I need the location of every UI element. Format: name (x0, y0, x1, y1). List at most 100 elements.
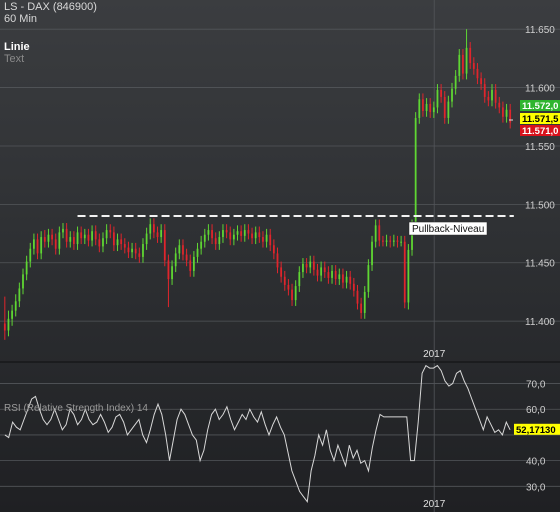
rsi-tick-label: 30,0 (526, 482, 546, 493)
candle (371, 235, 373, 271)
candle-body (102, 238, 104, 247)
candle-body (360, 303, 363, 313)
candle (200, 235, 203, 255)
candle (429, 98, 432, 118)
candle (3, 296, 6, 340)
candle (171, 260, 173, 285)
candle-body (192, 256, 195, 271)
price-badge-text: 11.572,0 (522, 101, 558, 112)
candle-body (363, 291, 366, 313)
candle-body (505, 109, 508, 117)
candle-body (43, 237, 46, 242)
candle (232, 228, 235, 246)
candle (302, 258, 304, 278)
candle-body (352, 283, 355, 291)
candle-body (392, 240, 395, 242)
candle (505, 103, 508, 123)
candle-body (109, 230, 112, 233)
candle-body (156, 232, 159, 238)
candle (40, 231, 43, 260)
candle (51, 228, 53, 246)
candle-body (83, 234, 86, 239)
candle-body (80, 232, 83, 239)
price-tick-label: 11.650 (525, 25, 555, 36)
candle (476, 63, 479, 85)
candle-body (3, 323, 6, 331)
candle-body (218, 237, 221, 245)
price-grid (0, 0, 560, 362)
candle (382, 235, 384, 247)
price-badge-text: 11.571,5 (522, 114, 559, 125)
candle-body (69, 237, 72, 242)
rsi-tick-label: 70,0 (526, 380, 546, 391)
candle-body (178, 245, 181, 254)
candle-body (200, 241, 203, 249)
candle (414, 112, 417, 232)
candle (214, 232, 217, 250)
candle-body (247, 230, 250, 234)
candle (14, 294, 17, 317)
candle-body (294, 286, 297, 301)
candle-body (429, 103, 432, 113)
candle-body (76, 232, 79, 245)
candle (389, 235, 392, 248)
rsi-tick-label: 60,0 (526, 405, 546, 416)
candle-body (276, 253, 279, 268)
candle-body (222, 230, 224, 238)
candle (483, 78, 486, 103)
candle (225, 224, 228, 239)
candle (80, 226, 83, 245)
candle-body (225, 230, 228, 233)
candle-body (72, 237, 75, 245)
candle (254, 226, 257, 245)
candle (258, 226, 261, 243)
candle (116, 233, 119, 252)
candle-body (480, 78, 482, 85)
candle (160, 224, 163, 243)
rsi-grid (0, 363, 560, 512)
candle (454, 70, 457, 95)
candle (422, 93, 424, 117)
candle (43, 230, 46, 248)
candle-body (105, 230, 108, 239)
candle (36, 233, 39, 260)
candle-body (29, 248, 32, 262)
candle-body (116, 239, 119, 246)
candle-body (316, 269, 319, 276)
candle-body (385, 240, 388, 242)
rsi-year-label: 2017 (423, 499, 446, 510)
candle-body (251, 233, 253, 239)
candle (229, 226, 232, 246)
candle-body (47, 234, 50, 242)
candle-body (14, 301, 17, 311)
candle-body (25, 261, 28, 275)
candle-body (211, 230, 213, 239)
drawing-tool-text: Text (4, 53, 25, 65)
candle-body (334, 270, 337, 280)
candle-body (309, 261, 312, 268)
candle (102, 232, 104, 253)
candle (240, 225, 243, 242)
candle-body (323, 267, 326, 273)
candle-body (312, 261, 315, 270)
candle (222, 224, 224, 243)
candle-body (98, 239, 101, 247)
pullback-label-text: Pullback-Niveau (412, 224, 484, 235)
candle (349, 270, 352, 290)
candle-body (152, 224, 155, 233)
candle-body (36, 239, 39, 254)
drawing-tool-name[interactable]: Linie (4, 41, 30, 53)
candle-body (483, 84, 486, 97)
candle (62, 223, 64, 239)
candle-body (472, 63, 475, 69)
candle-body (131, 248, 133, 253)
candle (287, 279, 290, 296)
candle (207, 224, 210, 241)
candle-body (287, 284, 290, 290)
candle-body (371, 241, 373, 266)
candle-body (502, 107, 504, 117)
rsi-tick-label: 40,0 (526, 457, 546, 468)
candle (243, 224, 246, 242)
candle (11, 304, 13, 326)
pullback-level-line[interactable]: Pullback-Niveau (77, 215, 514, 236)
